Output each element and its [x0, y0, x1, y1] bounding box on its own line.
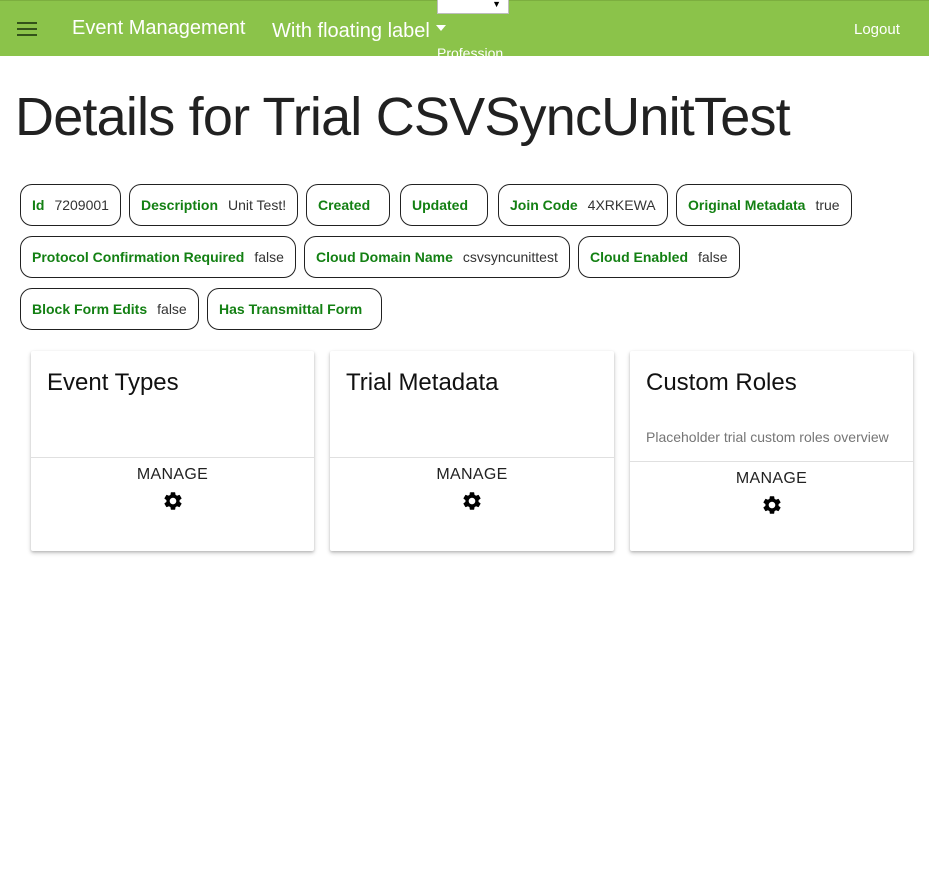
- detail-chip-block-form-edits: Block Form Edits false: [20, 288, 199, 330]
- detail-label: Description: [141, 197, 219, 213]
- manage-label: MANAGE: [136, 466, 209, 483]
- gear-icon: [762, 496, 781, 514]
- detail-label: Join Code: [510, 197, 578, 213]
- detail-value: 7209001: [54, 197, 109, 213]
- detail-chip-protocol-confirmation: Protocol Confirmation Required false: [20, 236, 296, 278]
- dropdown-arrow-icon: ▼: [492, 0, 501, 9]
- detail-value: false: [698, 249, 728, 265]
- detail-chip-cloud-domain: Cloud Domain Name csvsyncunittest: [304, 236, 570, 278]
- card-title: Event Types: [47, 369, 179, 396]
- gear-icon: [463, 492, 481, 510]
- card-divider: [630, 461, 913, 462]
- card-divider: [31, 457, 314, 458]
- detail-value: Unit Test!: [228, 197, 287, 213]
- gear-icon: [163, 492, 182, 510]
- detail-chip-created: Created: [306, 184, 390, 226]
- page-title: Details for Trial CSVSyncUnitTest: [15, 87, 791, 147]
- manage-custom-roles-button[interactable]: MANAGE: [630, 470, 913, 521]
- logout-button[interactable]: Logout: [854, 21, 900, 38]
- hamburger-menu-icon[interactable]: [17, 20, 39, 38]
- detail-chip-id: Id 7209001: [20, 184, 121, 226]
- detail-label: Cloud Domain Name: [316, 249, 453, 265]
- detail-label: Updated: [412, 197, 468, 213]
- detail-label: Original Metadata: [688, 197, 806, 213]
- detail-value: true: [815, 197, 840, 213]
- detail-label: Created: [318, 197, 371, 213]
- card-title: Trial Metadata: [346, 369, 499, 396]
- detail-value: false: [254, 249, 284, 265]
- manage-trial-metadata-button[interactable]: MANAGE: [330, 466, 614, 517]
- detail-label: Id: [32, 197, 45, 213]
- card-divider: [330, 457, 614, 458]
- card-subtitle: Placeholder trial custom roles overview: [646, 429, 889, 445]
- detail-chip-cloud-enabled: Cloud Enabled false: [578, 236, 740, 278]
- event-types-card: Event Types MANAGE: [31, 351, 314, 551]
- app-title[interactable]: Event Management: [72, 17, 245, 40]
- caret-down-icon: [435, 25, 446, 31]
- detail-label: Has Transmittal Form: [219, 301, 363, 317]
- manage-label: MANAGE: [735, 470, 808, 487]
- detail-value: false: [157, 301, 187, 317]
- custom-roles-card: Custom Roles Placeholder trial custom ro…: [630, 351, 913, 551]
- detail-chip-join-code: Join Code 4XRKEWA: [498, 184, 668, 226]
- card-title: Custom Roles: [646, 369, 797, 396]
- detail-value: csvsyncunittest: [462, 249, 558, 265]
- manage-event-types-button[interactable]: MANAGE: [31, 466, 314, 517]
- manage-label: MANAGE: [436, 466, 508, 483]
- detail-chip-transmittal-form: Has Transmittal Form: [207, 288, 382, 330]
- detail-label: Block Form Edits: [32, 301, 148, 317]
- detail-label: Cloud Enabled: [590, 249, 688, 265]
- detail-value: 4XRKEWA: [587, 197, 656, 213]
- app-bar: Event Management With floating label ▼ P…: [0, 0, 929, 57]
- profession-select[interactable]: ▼: [437, 0, 509, 14]
- detail-chip-updated: Updated: [400, 184, 488, 226]
- profession-label: Profession: [437, 46, 504, 57]
- trial-metadata-card: Trial Metadata MANAGE: [330, 351, 614, 551]
- detail-chip-original-metadata: Original Metadata true: [676, 184, 852, 226]
- floating-label-select-text: With floating label: [272, 20, 430, 42]
- floating-label-select[interactable]: With floating label: [272, 20, 446, 43]
- detail-chip-description: Description Unit Test!: [129, 184, 299, 226]
- detail-label: Protocol Confirmation Required: [32, 249, 245, 265]
